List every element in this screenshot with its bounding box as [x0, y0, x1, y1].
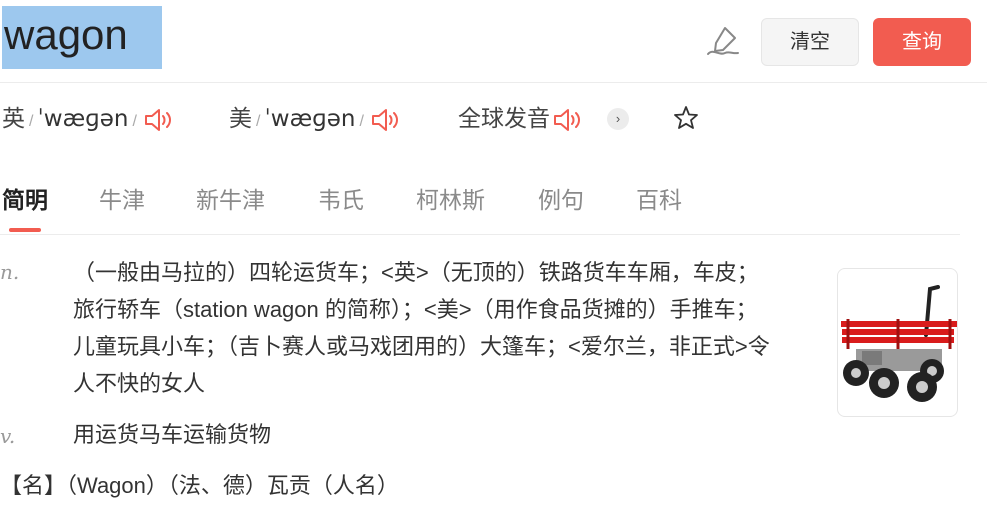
- name-entry: 【名】（Wagon）（法、德）瓦贡（人名）: [0, 473, 399, 498]
- wagon-image[interactable]: [837, 268, 959, 417]
- part-of-speech-noun: n.: [0, 260, 20, 284]
- chevron-right-icon[interactable]: ›: [607, 108, 629, 130]
- definition-noun: （一般由马拉的）四轮运货车；<英>（无顶的）铁路货车车厢，车皮；旅行轿车（sta…: [73, 260, 770, 396]
- tab-examples[interactable]: 例句: [538, 184, 584, 216]
- pronunciation-row: 英 / ˈwæɡən / 美 / ˈwæɡən / 全球发音 ›: [0, 98, 987, 138]
- query-button[interactable]: 查询: [873, 18, 971, 66]
- part-of-speech-verb: v.: [0, 424, 16, 448]
- tab-webster[interactable]: 韦氏: [318, 184, 364, 216]
- us-label: 美: [229, 105, 252, 131]
- dictionary-tabs: 简明 牛津 新牛津 韦氏 柯林斯 例句 百科: [0, 180, 960, 235]
- uk-label: 英: [2, 105, 25, 131]
- tab-encyclopedia[interactable]: 百科: [636, 184, 682, 216]
- search-input[interactable]: wagon: [2, 6, 162, 69]
- pen-icon[interactable]: [705, 24, 741, 58]
- tab-concise[interactable]: 简明: [2, 184, 48, 216]
- us-ipa: ˈwæɡən: [264, 106, 356, 132]
- speaker-icon[interactable]: [552, 106, 582, 134]
- speaker-icon[interactable]: [143, 106, 173, 134]
- uk-pronunciation: 英 / ˈwæɡən /: [2, 98, 173, 142]
- global-pronunciation-label: 全球发音: [458, 105, 550, 131]
- clear-button[interactable]: 清空: [761, 18, 859, 66]
- speaker-icon[interactable]: [370, 106, 400, 134]
- definition-verb: 用运货马车运输货物: [73, 422, 272, 447]
- wagon-picture: [841, 285, 959, 402]
- uk-ipa: ˈwæɡən: [37, 106, 129, 132]
- star-icon[interactable]: [672, 104, 700, 132]
- tab-oxford[interactable]: 牛津: [99, 184, 145, 216]
- tab-new-oxford[interactable]: 新牛津: [196, 184, 265, 216]
- search-header: wagon 清空 查询: [0, 0, 987, 83]
- tab-collins[interactable]: 柯林斯: [416, 184, 485, 216]
- active-tab-indicator: [9, 228, 41, 232]
- global-pronunciation[interactable]: 全球发音: [458, 98, 582, 138]
- us-pronunciation: 美 / ˈwæɡən /: [229, 98, 400, 142]
